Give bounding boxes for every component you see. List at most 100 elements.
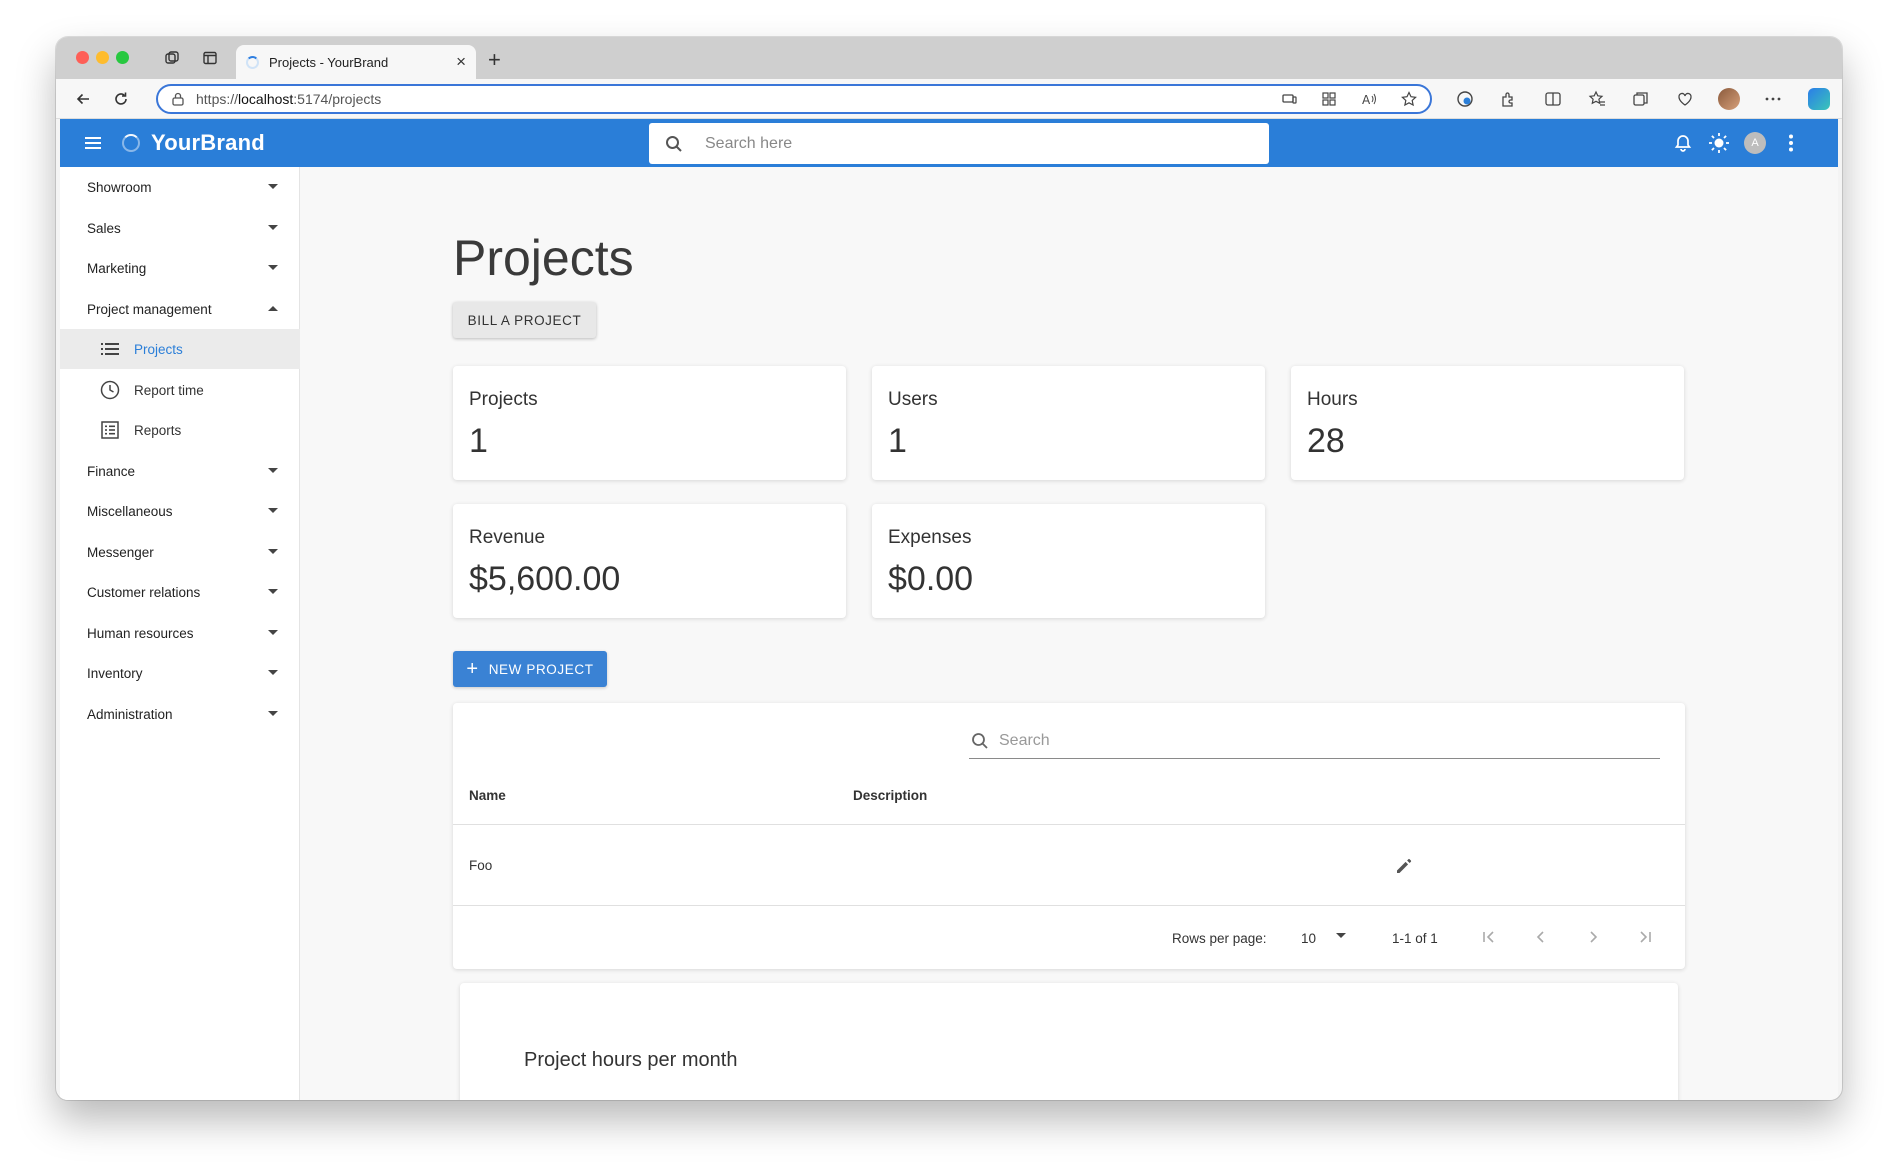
- search-icon: [665, 135, 683, 153]
- address-bar: https://localhost:5174/projects A: [56, 79, 1842, 119]
- previous-page-icon[interactable]: [1529, 925, 1553, 949]
- rows-per-page-label: Rows per page:: [1172, 931, 1267, 946]
- copilot-icon[interactable]: [1808, 88, 1830, 110]
- sidebar-item-label: Inventory: [87, 665, 143, 681]
- tab-strip: Projects - YourBrand × +: [56, 37, 1842, 79]
- url-path: :5174/projects: [293, 91, 382, 107]
- sidebar-item-label: Project management: [87, 301, 212, 317]
- performance-heart-icon[interactable]: [1674, 88, 1696, 110]
- rows-per-page-select[interactable]: 10: [1301, 931, 1316, 946]
- kpi-label: Users: [888, 389, 938, 410]
- sidebar-item-human-resources[interactable]: Human resources: [60, 613, 300, 653]
- more-vertical-icon[interactable]: [1780, 132, 1802, 154]
- sidebar-item-finance[interactable]: Finance: [60, 451, 300, 491]
- edit-pencil-icon[interactable]: [1392, 854, 1416, 878]
- read-aloud-icon[interactable]: A: [1360, 90, 1378, 108]
- sidebar-item-showroom[interactable]: Showroom: [60, 167, 300, 207]
- sidebar-item-label: Showroom: [87, 179, 152, 195]
- sidebar-item-label: Human resources: [87, 625, 194, 641]
- brand-name[interactable]: YourBrand: [151, 130, 265, 156]
- sidebar-item-inventory[interactable]: Inventory: [60, 653, 300, 693]
- minimize-window-button[interactable]: [96, 51, 109, 64]
- extension-shield-icon[interactable]: [1454, 88, 1476, 110]
- sidebar-subitem-report-time[interactable]: Report time: [60, 370, 300, 410]
- sidebar-subitem-label: Report time: [134, 382, 204, 398]
- chevron-down-icon: [268, 711, 278, 716]
- table-search-input[interactable]: Search: [969, 723, 1660, 759]
- chevron-down-icon: [268, 670, 278, 675]
- favorite-star-icon[interactable]: [1400, 90, 1418, 108]
- chevron-down-icon: [268, 265, 278, 270]
- sidebar-item-project-management[interactable]: Project management: [60, 289, 300, 329]
- hamburger-menu-icon[interactable]: [82, 132, 104, 159]
- apps-grid-icon[interactable]: [1320, 90, 1338, 108]
- sidebar-item-administration[interactable]: Administration: [60, 694, 300, 734]
- last-page-icon[interactable]: [1633, 925, 1657, 949]
- split-screen-icon[interactable]: [1542, 88, 1564, 110]
- svg-text:A: A: [1362, 93, 1371, 106]
- sidebar-subitem-projects[interactable]: Projects: [60, 329, 300, 369]
- search-icon: [971, 732, 989, 750]
- more-options-icon[interactable]: [1762, 88, 1784, 110]
- notifications-bell-icon[interactable]: [1672, 132, 1694, 154]
- kpi-value: 1: [469, 422, 488, 460]
- extensions-puzzle-icon[interactable]: [1498, 88, 1520, 110]
- device-icon[interactable]: [1280, 90, 1298, 108]
- collections-icon[interactable]: [1630, 88, 1652, 110]
- profile-avatar[interactable]: [1718, 88, 1740, 110]
- kpi-label: Revenue: [469, 527, 546, 548]
- lock-icon: [172, 92, 184, 106]
- sidebar-item-customer-relations[interactable]: Customer relations: [60, 572, 300, 612]
- row-divider: [453, 905, 1685, 906]
- kpi-value: 1: [888, 422, 907, 460]
- close-tab-icon[interactable]: ×: [456, 52, 466, 72]
- sidebar-item-miscellaneous[interactable]: Miscellaneous: [60, 491, 300, 531]
- close-window-button[interactable]: [76, 51, 89, 64]
- url-field[interactable]: https://localhost:5174/projects: [156, 84, 1432, 114]
- tab-actions-icon[interactable]: [200, 48, 220, 68]
- new-project-button[interactable]: + NEW PROJECT: [453, 651, 607, 687]
- theme-toggle-sun-icon[interactable]: [1708, 132, 1730, 154]
- column-header-description[interactable]: Description: [853, 788, 927, 803]
- user-avatar[interactable]: A: [1744, 132, 1766, 154]
- workspaces-icon[interactable]: [162, 48, 182, 68]
- table-search-placeholder: Search: [999, 731, 1050, 749]
- sidebar: Showroom Sales Marketing Project managem…: [60, 167, 300, 1100]
- header-divider: [453, 824, 1685, 825]
- brand-logo-icon: [122, 134, 140, 152]
- sidebar-item-label: Finance: [87, 463, 136, 479]
- sidebar-item-marketing[interactable]: Marketing: [60, 248, 300, 288]
- browser-window: Projects - YourBrand × + https://localho…: [56, 37, 1842, 1100]
- sidebar-subitem-reports[interactable]: Reports: [60, 410, 300, 450]
- global-search-input[interactable]: Search here: [649, 123, 1269, 164]
- project-hours-chart-card: Project hours per month: [460, 983, 1678, 1100]
- sidebar-item-messenger[interactable]: Messenger: [60, 532, 300, 572]
- sidebar-subitem-label: Reports: [134, 422, 182, 438]
- list-icon: [98, 337, 122, 361]
- bill-project-button[interactable]: BILL A PROJECT: [453, 302, 596, 338]
- back-arrow-icon[interactable]: [72, 88, 94, 110]
- browser-tab[interactable]: Projects - YourBrand ×: [236, 45, 476, 79]
- maximize-window-button[interactable]: [116, 51, 129, 64]
- loading-icon: [246, 55, 259, 69]
- new-tab-button[interactable]: +: [488, 47, 501, 73]
- app-bar: YourBrand Search here A: [60, 119, 1838, 167]
- chevron-down-icon[interactable]: [1336, 933, 1346, 938]
- user-avatar-initial: A: [1744, 132, 1766, 154]
- row-name-cell[interactable]: Foo: [469, 858, 492, 873]
- clock-icon: [98, 378, 122, 402]
- kpi-label: Hours: [1307, 389, 1358, 410]
- sidebar-item-label: Administration: [87, 706, 173, 722]
- chart-title: Project hours per month: [524, 1049, 738, 1071]
- favorites-icon[interactable]: [1586, 88, 1608, 110]
- sidebar-item-label: Miscellaneous: [87, 503, 173, 519]
- reload-icon[interactable]: [110, 88, 132, 110]
- next-page-icon[interactable]: [1581, 925, 1605, 949]
- sidebar-item-sales[interactable]: Sales: [60, 208, 300, 248]
- kpi-value: $0.00: [888, 560, 974, 598]
- kpi-value: $5,600.00: [469, 560, 621, 598]
- column-header-name[interactable]: Name: [469, 788, 506, 803]
- first-page-icon[interactable]: [1477, 925, 1501, 949]
- app: YourBrand Search here A Showroom Sales M…: [60, 119, 1838, 1100]
- sidebar-subitem-label: Projects: [134, 341, 183, 357]
